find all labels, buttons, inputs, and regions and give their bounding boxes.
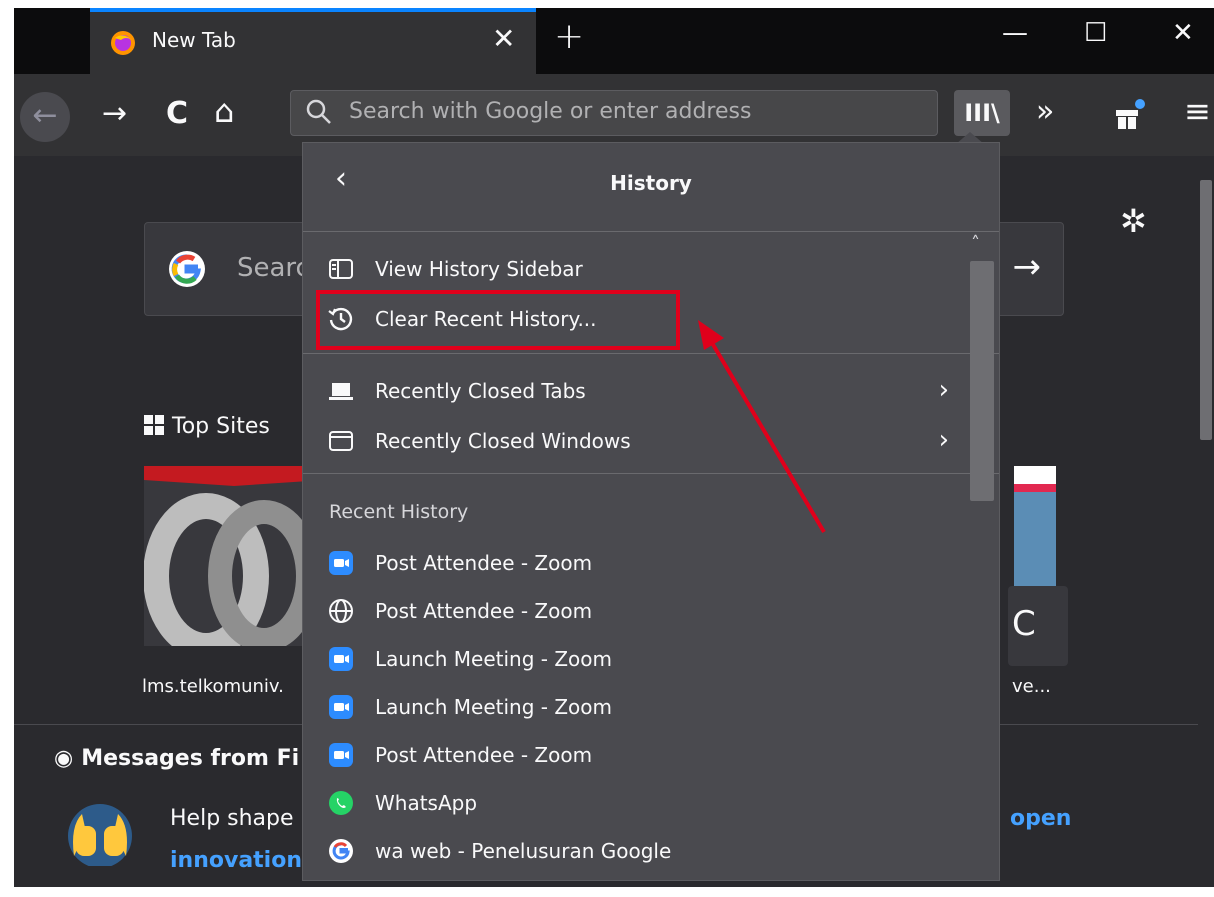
zoom-icon [327, 693, 355, 721]
grid-icon [144, 415, 164, 435]
item-label: Launch Meeting - Zoom [375, 695, 613, 719]
gear-icon[interactable]: ✲ [1120, 202, 1147, 240]
globe-icon [327, 597, 355, 625]
top-site-label-2: ve... [1012, 676, 1051, 697]
back-button[interactable]: ← [20, 92, 70, 142]
chevron-right-icon: › [938, 375, 949, 405]
top-sites-label: Top Sites [172, 414, 270, 439]
gift-icon[interactable] [1112, 98, 1146, 132]
recently-closed-tabs-item[interactable]: Recently Closed Tabs › [303, 369, 963, 413]
item-label: View History Sidebar [375, 257, 583, 281]
home-button[interactable]: ⌂ [214, 92, 234, 130]
recent-history-item[interactable]: Post Attendee - Zoom [303, 589, 963, 633]
forward-button[interactable]: → [102, 96, 127, 131]
top-site-tile[interactable] [144, 466, 324, 646]
recent-history-item[interactable]: Launch Meeting - Zoom [303, 685, 963, 729]
raised-hands-icon [68, 804, 132, 866]
chevron-right-icon: › [938, 425, 949, 455]
tile-letter: C [1012, 604, 1036, 644]
panel-separator [303, 353, 999, 354]
top-site-tile-3[interactable]: C [1008, 586, 1068, 666]
zoom-icon [327, 741, 355, 769]
site-logo-icon [144, 466, 324, 646]
recent-history-item[interactable]: WhatsApp [303, 781, 963, 825]
panel-title: History [610, 171, 692, 195]
close-tab-icon[interactable]: ✕ [492, 22, 515, 55]
recent-history-label: Recent History [329, 501, 469, 523]
item-label: Launch Meeting - Zoom [375, 647, 613, 671]
maximize-button[interactable]: ☐ [1084, 18, 1107, 48]
tab-new-tab[interactable]: New Tab ✕ [90, 8, 536, 74]
history-panel: ‹ History View History Sidebar Clear Rec… [302, 142, 1000, 881]
top-site-label: lms.telkomuniv. [142, 676, 284, 697]
help-text: Help shape [170, 806, 294, 831]
menu-icon[interactable]: ≡ [1184, 92, 1211, 130]
panel-scroll-thumb[interactable] [970, 261, 994, 501]
google-icon [327, 837, 355, 865]
recently-closed-windows-item[interactable]: Recently Closed Windows › [303, 419, 963, 463]
item-label: Post Attendee - Zoom [375, 551, 593, 575]
page-scroll-thumb[interactable] [1200, 180, 1212, 440]
minimize-button[interactable]: — [1002, 18, 1028, 48]
highlight-box [316, 290, 680, 350]
tile-header-strip [1014, 466, 1056, 484]
laptop-icon [329, 383, 353, 400]
panel-header: ‹ History [303, 143, 999, 223]
item-label: WhatsApp [375, 791, 478, 815]
recent-history-item[interactable]: wa web - Penelusuran Google [303, 829, 963, 873]
panel-separator [303, 473, 999, 474]
arrow-right-icon[interactable]: → [1013, 247, 1042, 287]
sidebar-icon [329, 259, 353, 279]
recent-history-item[interactable]: Post Attendee - Zoom [303, 733, 963, 777]
zoom-icon [327, 645, 355, 673]
library-button[interactable]: III\ [954, 90, 1010, 136]
innovation-link[interactable]: innovation. [170, 848, 310, 873]
tab-active-indicator [90, 8, 536, 12]
google-icon [169, 251, 205, 287]
zoom-icon [327, 549, 355, 577]
close-window-button[interactable]: ✕ [1172, 18, 1194, 48]
recent-history-item[interactable]: Yang baru dari Firefox – Lebih privat, l… [303, 877, 963, 880]
scroll-up-icon[interactable]: ˄ [971, 233, 980, 254]
reload-button[interactable]: C [166, 96, 188, 131]
address-placeholder: Search with Google or enter address [349, 99, 752, 124]
item-label: Post Attendee - Zoom [375, 743, 593, 767]
open-link[interactable]: open [1010, 806, 1071, 831]
tile-red-strip [1014, 484, 1056, 492]
top-sites-heading: Top Sites [144, 414, 270, 439]
window-icon [329, 431, 353, 451]
firefox-small-icon: ◉ [54, 746, 74, 771]
address-bar[interactable]: Search with Google or enter address [290, 90, 938, 136]
recent-history-item[interactable]: Post Attendee - Zoom [303, 541, 963, 585]
overflow-chevron-icon[interactable]: » [1036, 94, 1054, 129]
new-tab-button[interactable]: + [554, 16, 584, 57]
search-icon [306, 99, 331, 124]
panel-separator [303, 231, 999, 232]
recent-history-item[interactable]: Launch Meeting - Zoom [303, 637, 963, 681]
item-label: Recently Closed Windows [375, 429, 631, 453]
item-label: Post Attendee - Zoom [375, 599, 593, 623]
item-label: Recently Closed Tabs [375, 379, 586, 403]
whatsapp-icon [327, 789, 355, 817]
view-history-sidebar-item[interactable]: View History Sidebar [303, 247, 963, 291]
item-label: wa web - Penelusuran Google [375, 839, 672, 863]
messages-label: Messages from Fi [81, 746, 300, 771]
messages-heading: ◉ Messages from Fi [54, 746, 299, 771]
tab-strip: New Tab ✕ + — ☐ ✕ [14, 8, 1214, 74]
tab-title: New Tab [152, 28, 236, 52]
firefox-icon [111, 31, 135, 55]
